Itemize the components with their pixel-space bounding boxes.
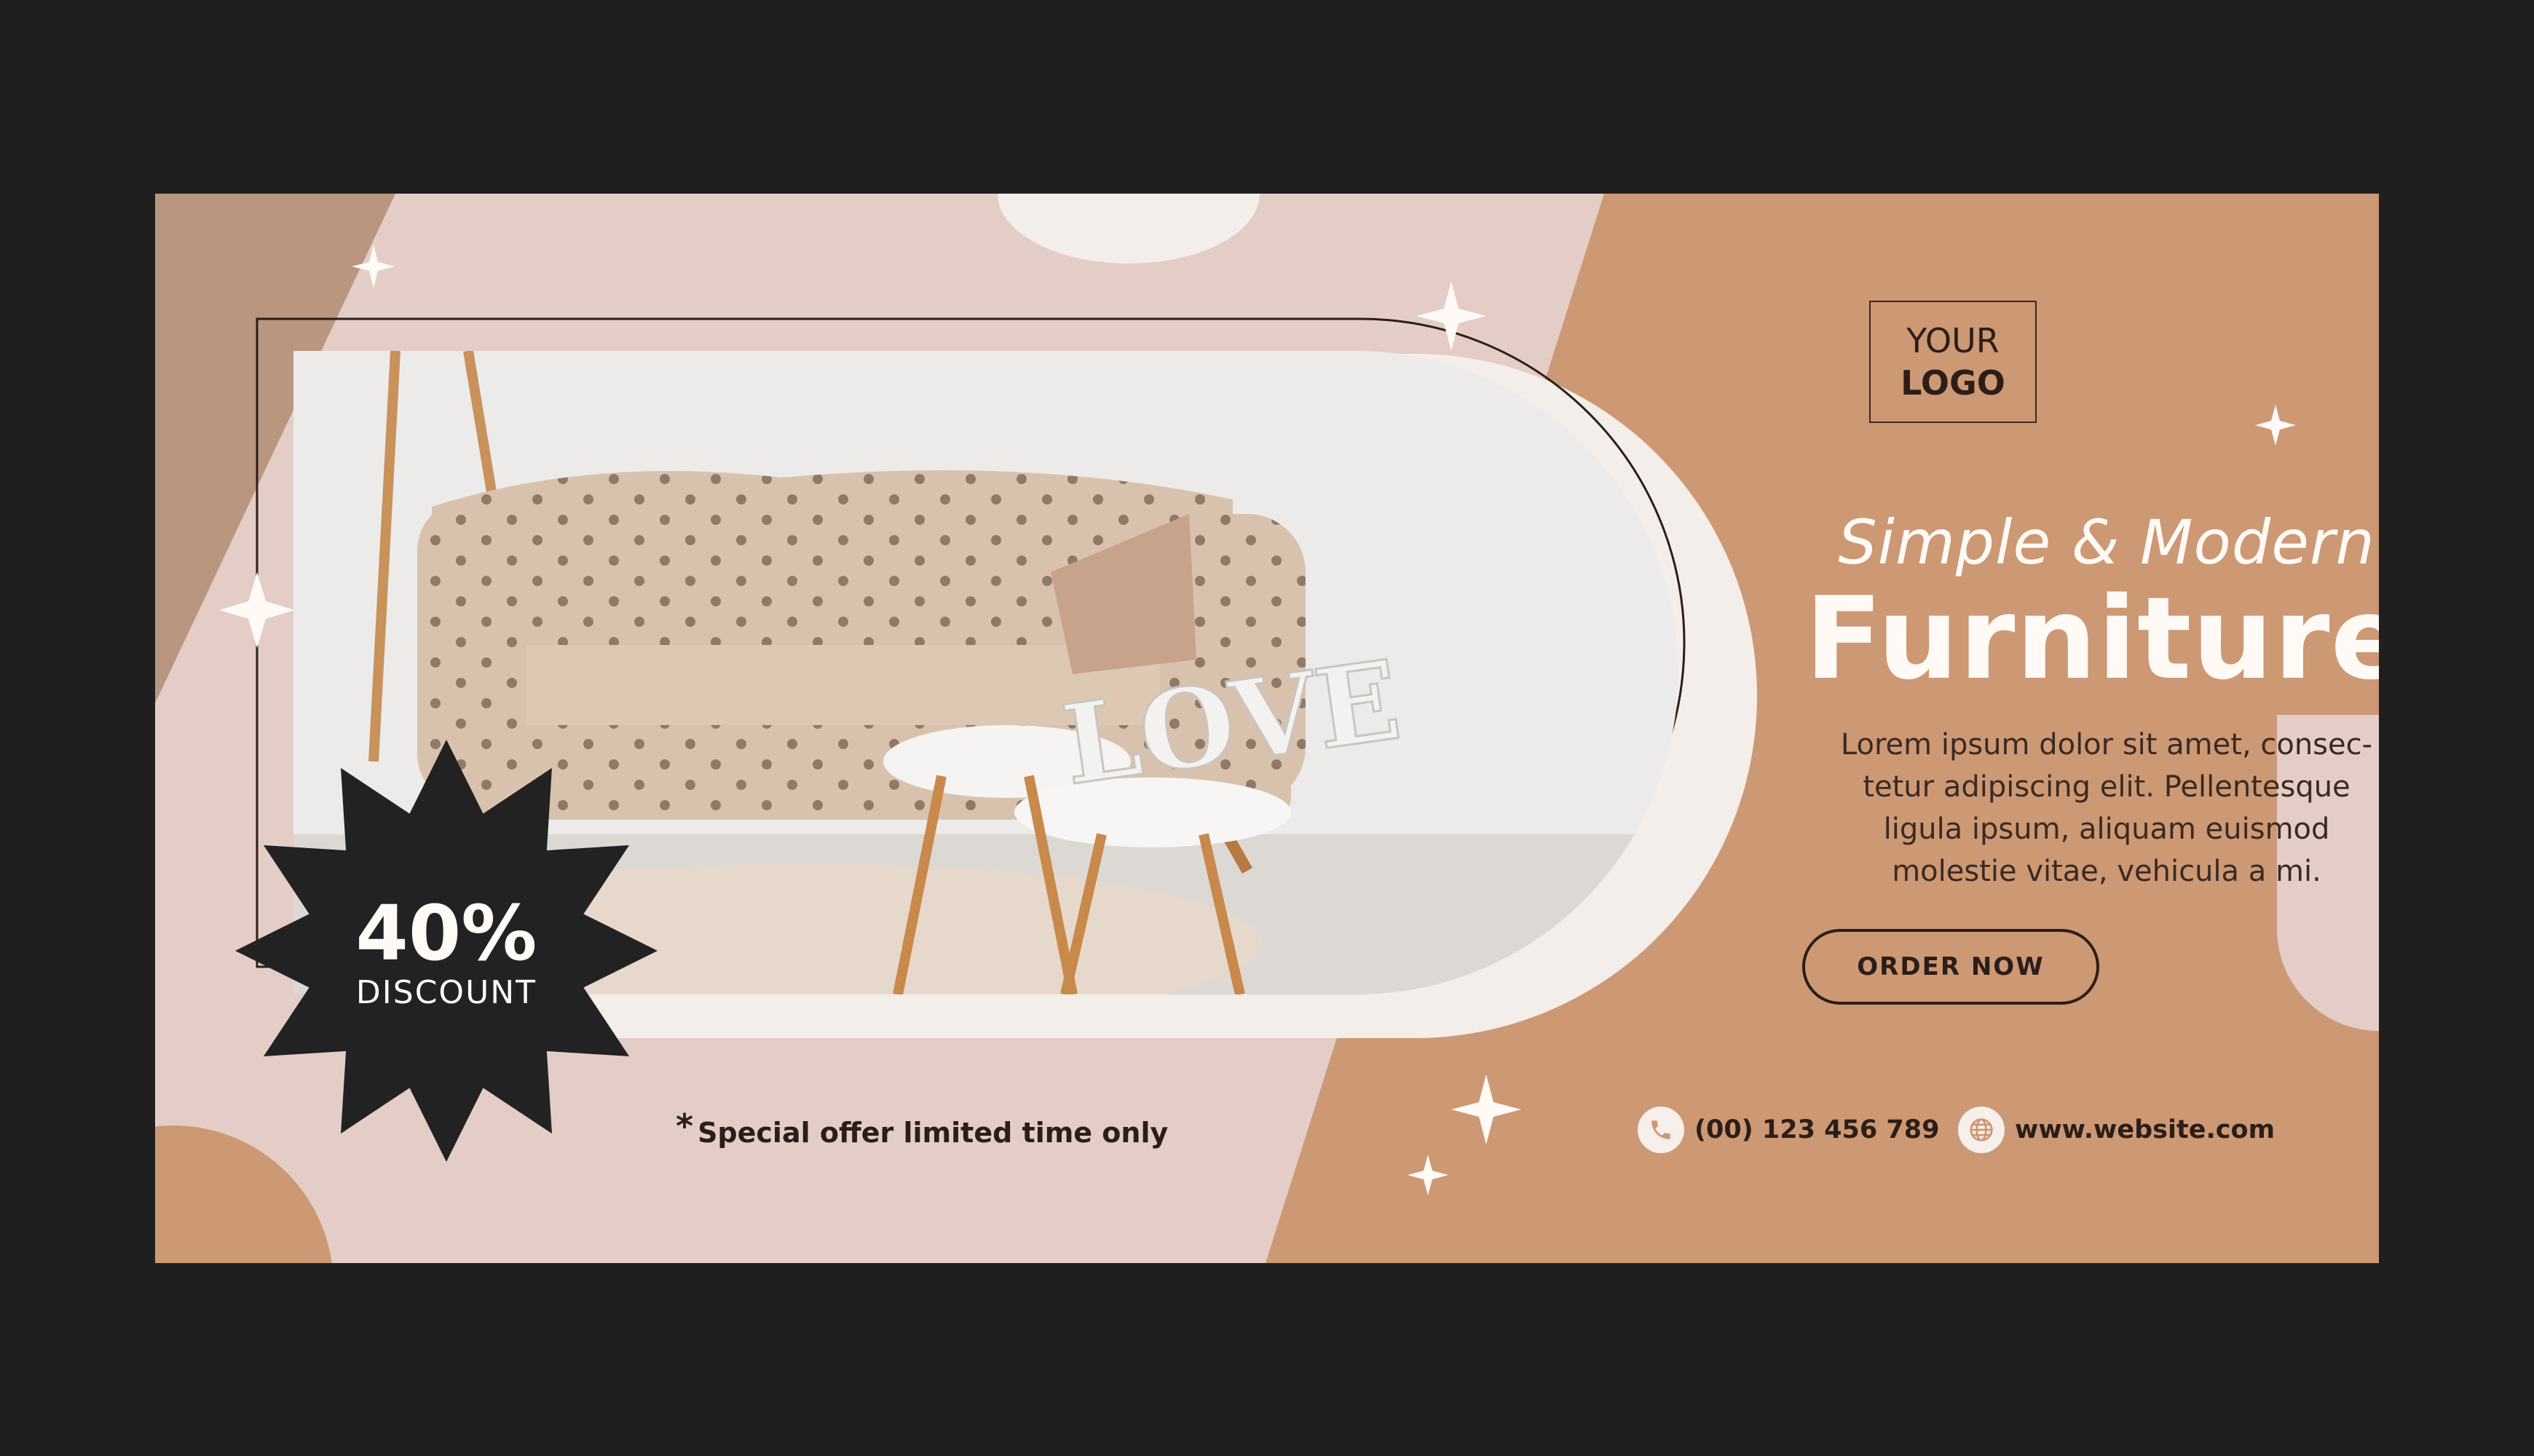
- body-copy-line: Lorem ipsum dolor sit amet, consec-: [1840, 728, 2373, 761]
- logo-placeholder: YOUR LOGO: [1869, 301, 2037, 423]
- discount-badge-text: 40% DISCOUNT: [301, 893, 592, 1012]
- furniture-promo-banner: LOVE 40% DISCOUNT YOUR LOGO Simple & Mod…: [155, 194, 2379, 1263]
- offer-asterisk: *: [676, 1107, 694, 1146]
- sparkle-icon: [1416, 281, 1486, 351]
- headline-subtitle: Simple & Modern: [1838, 507, 2375, 578]
- sparkle-icon: [352, 245, 395, 288]
- order-now-button[interactable]: ORDER NOW: [1802, 929, 2099, 1005]
- body-copy-line: ligula ipsum, aliquam euismod: [1883, 812, 2330, 846]
- offer-note-text: Special offer limited time only: [698, 1117, 1169, 1149]
- contact-phone[interactable]: (00) 123 456 789: [1638, 1105, 1939, 1155]
- website-url: www.website.com: [2015, 1115, 2276, 1144]
- headline-title: Furniture: [1804, 572, 2379, 705]
- sparkle-icon: [2255, 405, 2296, 446]
- logo-line-2: LOGO: [1900, 363, 2005, 403]
- special-offer-note: * Special offer limited time only: [676, 1107, 1168, 1149]
- logo-line-1: YOUR: [1906, 321, 2000, 360]
- contact-website[interactable]: www.website.com: [1958, 1105, 2275, 1155]
- discount-label: DISCOUNT: [355, 974, 537, 1011]
- sparkle-icon: [1451, 1075, 1521, 1144]
- body-copy-line: tetur adipiscing elit. Pellentesque: [1863, 770, 2351, 804]
- sparkle-icon: [1408, 1155, 1448, 1195]
- body-copy-line: molestie vitae, vehicula a mi.: [1892, 855, 2321, 888]
- globe-icon: [1958, 1107, 2005, 1153]
- body-copy: Lorem ipsum dolor sit amet, consec- tetu…: [1648, 724, 2379, 893]
- phone-number: (00) 123 456 789: [1694, 1115, 1940, 1144]
- phone-icon: [1638, 1107, 1684, 1153]
- sparkle-icon: [219, 572, 295, 648]
- discount-percent: 40%: [355, 889, 537, 978]
